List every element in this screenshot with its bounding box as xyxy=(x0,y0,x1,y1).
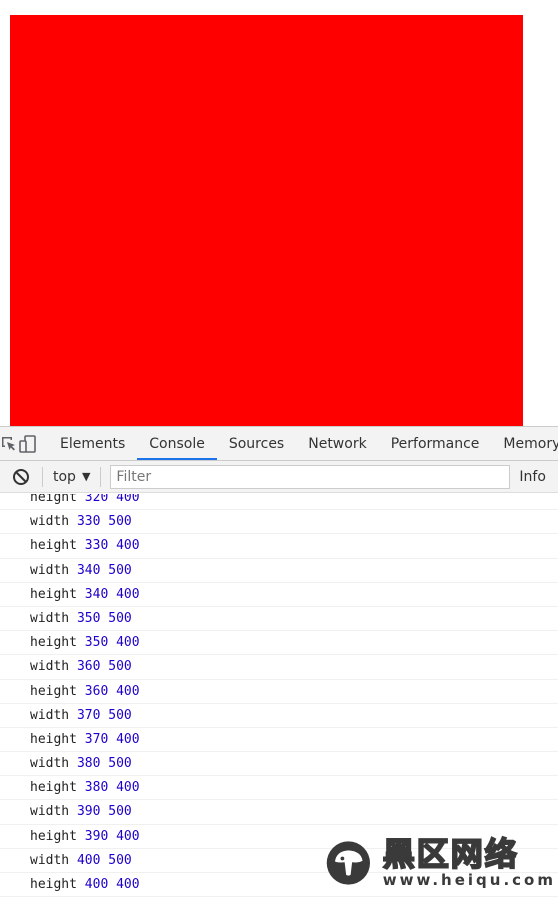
console-number: 370 xyxy=(84,731,109,747)
console-number: 400 xyxy=(116,538,140,554)
console-message: height 370 400 xyxy=(0,728,558,753)
dropdown-arrow-icon: ▼ xyxy=(81,470,91,483)
console-number: 400 xyxy=(116,877,140,892)
console-message-label: width xyxy=(30,659,70,675)
console-message: width 380 500 xyxy=(0,752,558,777)
console-number: 400 xyxy=(76,852,101,868)
console-message: height 360 400 xyxy=(0,680,558,704)
tab-memory[interactable]: Memory xyxy=(491,427,558,460)
console-number: 330 xyxy=(84,538,109,554)
console-number: 400 xyxy=(116,731,140,747)
console-message-label: height xyxy=(30,494,77,505)
console-number: 350 xyxy=(76,610,101,626)
console-message-label: height xyxy=(30,828,77,844)
context-selector[interactable]: top ▼ xyxy=(43,469,100,485)
console-message: height 320 400 xyxy=(0,494,558,511)
console-message-label: width xyxy=(30,562,70,578)
console-message: height 350 400 xyxy=(0,631,558,656)
console-message-label: height xyxy=(30,538,77,554)
tab-console[interactable]: Console xyxy=(137,427,217,460)
console-number: 400 xyxy=(116,828,140,844)
console-message-label: height xyxy=(30,877,77,892)
console-message: width 350 500 xyxy=(0,607,558,632)
console-message: height 380 400 xyxy=(0,776,558,801)
log-levels-dropdown[interactable]: Info xyxy=(519,469,546,485)
console-message-label: width xyxy=(30,804,70,820)
console-number: 500 xyxy=(108,514,132,530)
console-message: width 360 500 xyxy=(0,655,558,680)
tab-performance[interactable]: Performance xyxy=(379,427,492,460)
console-number: 390 xyxy=(84,828,109,844)
console-message: width 340 500 xyxy=(0,559,558,583)
console-number: 500 xyxy=(108,659,132,675)
console-message: width 330 500 xyxy=(0,510,558,535)
console-number: 380 xyxy=(84,780,109,796)
console-message-label: width xyxy=(30,610,70,626)
console-message-label: width xyxy=(30,514,70,530)
inspect-element-icon[interactable] xyxy=(0,427,18,460)
console-number: 340 xyxy=(84,586,109,602)
console-number: 500 xyxy=(108,852,132,868)
page: Elements Console Sources Network Performance… xyxy=(0,0,558,898)
console-number: 500 xyxy=(108,756,132,772)
tab-sources[interactable]: Sources xyxy=(217,427,296,460)
console-number: 360 xyxy=(84,683,109,699)
console-toolbar: top ▼ Info xyxy=(0,461,558,493)
console-number: 380 xyxy=(76,756,101,772)
tab-elements[interactable]: Elements xyxy=(48,427,137,460)
filter-input[interactable] xyxy=(110,464,511,489)
watermark-title: 黑区网络 xyxy=(382,835,519,873)
console-message-label: height xyxy=(30,683,77,699)
console-number: 340 xyxy=(76,562,101,578)
devtools-tabbar: Elements Console Sources Network Performance… xyxy=(0,427,558,461)
console-message-label: height xyxy=(30,586,77,602)
toolbar-separator xyxy=(100,466,102,487)
watermark: 黑区网络 www.heiqu.com xyxy=(326,832,556,894)
mushroom-logo-icon xyxy=(326,841,371,885)
console-number: 500 xyxy=(108,707,132,723)
console-number: 500 xyxy=(108,562,132,578)
console-number: 330 xyxy=(76,514,101,530)
watermark-url: www.heiqu.com xyxy=(382,871,556,889)
context-label: top xyxy=(53,468,76,485)
console-number: 500 xyxy=(108,804,132,820)
console-number: 370 xyxy=(76,707,101,723)
devtools-panel: Elements Console Sources Network Performance… xyxy=(0,426,558,898)
console-number: 400 xyxy=(116,683,140,699)
red-box xyxy=(10,15,523,426)
console-message-label: height xyxy=(30,635,77,651)
console-number: 350 xyxy=(84,635,109,651)
console-number: 400 xyxy=(84,877,109,892)
console-number: 400 xyxy=(116,780,140,796)
console-message: width 390 500 xyxy=(0,800,558,825)
browser-viewport xyxy=(0,0,558,426)
console-message: height 340 400 xyxy=(0,583,558,607)
console-message-label: width xyxy=(30,707,70,723)
console-number: 400 xyxy=(116,635,140,651)
device-toolbar-icon[interactable] xyxy=(18,427,38,460)
console-message-label: height xyxy=(30,731,77,747)
clear-console-icon[interactable] xyxy=(0,468,42,486)
console-message-label: width xyxy=(30,852,70,868)
console-number: 400 xyxy=(116,586,140,602)
console-number: 360 xyxy=(76,659,101,675)
tab-list: Elements Console Sources Network Performance… xyxy=(48,427,558,460)
console-number: 390 xyxy=(76,804,101,820)
console-number: 400 xyxy=(116,494,140,505)
console-number: 500 xyxy=(108,610,132,626)
console-message-label: height xyxy=(30,780,77,796)
tab-network[interactable]: Network xyxy=(296,427,378,460)
console-message: width 370 500 xyxy=(0,704,558,728)
console-message: height 330 400 xyxy=(0,534,558,559)
console-number: 320 xyxy=(84,494,109,505)
console-message-label: width xyxy=(30,756,70,772)
